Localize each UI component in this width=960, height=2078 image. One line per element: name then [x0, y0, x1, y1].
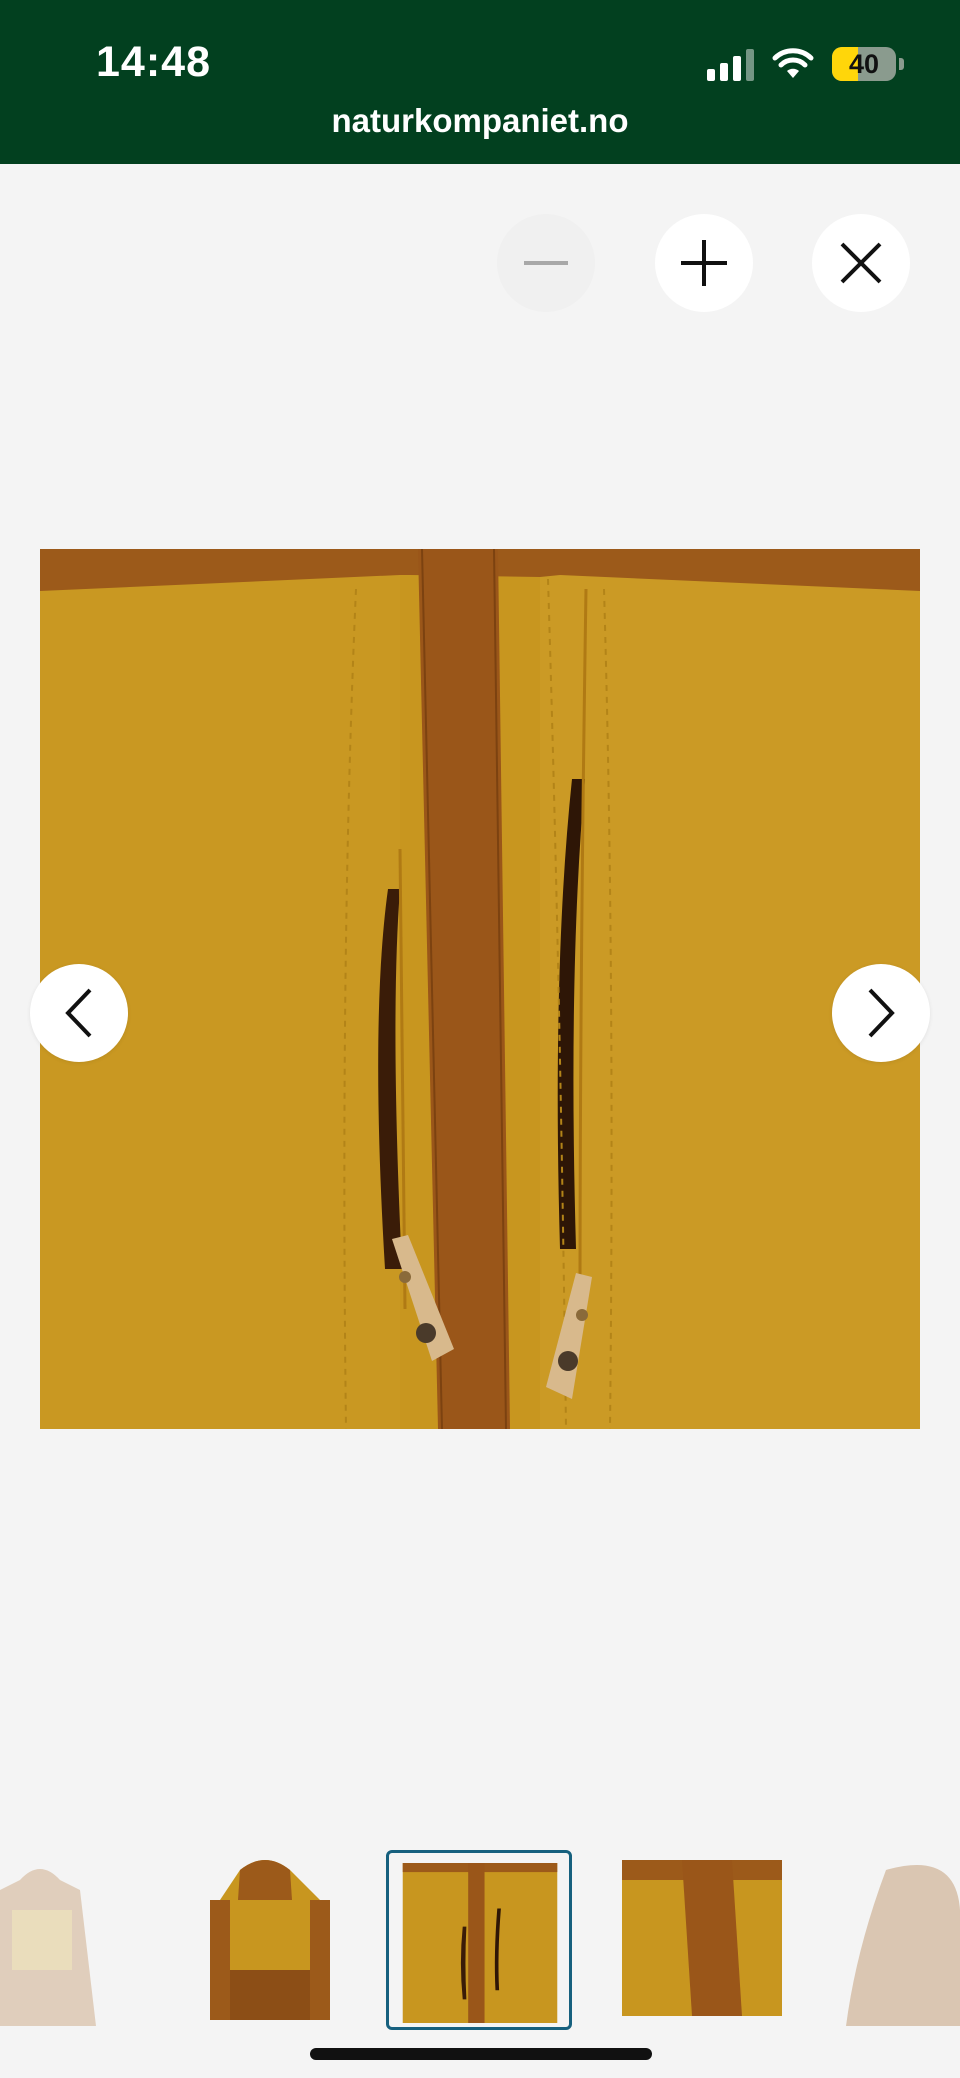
- thumbnail-strip: [0, 1850, 960, 2030]
- zoom-out-button[interactable]: [497, 214, 595, 312]
- status-icons: 40: [707, 44, 904, 84]
- chevron-left-icon: [65, 988, 92, 1038]
- browser-header: 14:48 40 naturkompaniet.no: [0, 0, 960, 164]
- close-icon: [840, 242, 882, 284]
- close-button[interactable]: [812, 214, 910, 312]
- status-time: 14:48: [96, 38, 211, 86]
- thumbnail-jacket-front[interactable]: [0, 1850, 170, 2026]
- plus-icon: [681, 240, 727, 286]
- thumbnail-jacket-back[interactable]: [180, 1850, 350, 2026]
- cellular-signal-icon: [707, 47, 754, 81]
- previous-image-button[interactable]: [30, 964, 128, 1062]
- next-image-button[interactable]: [832, 964, 930, 1062]
- thumbnail-hood-detail[interactable]: [846, 1850, 960, 2026]
- chevron-right-icon: [868, 988, 895, 1038]
- zoom-in-button[interactable]: [655, 214, 753, 312]
- battery-icon: 40: [832, 47, 904, 81]
- minus-icon: [524, 261, 568, 265]
- wifi-icon: [772, 48, 814, 78]
- url-bar[interactable]: naturkompaniet.no: [0, 102, 960, 140]
- product-image[interactable]: [40, 549, 920, 1429]
- thumbnail-pocket-detail[interactable]: [386, 1850, 572, 2030]
- thumbnail-sleeve-detail[interactable]: [622, 1850, 792, 2026]
- battery-level: 40: [848, 48, 880, 79]
- home-indicator: [310, 2048, 652, 2060]
